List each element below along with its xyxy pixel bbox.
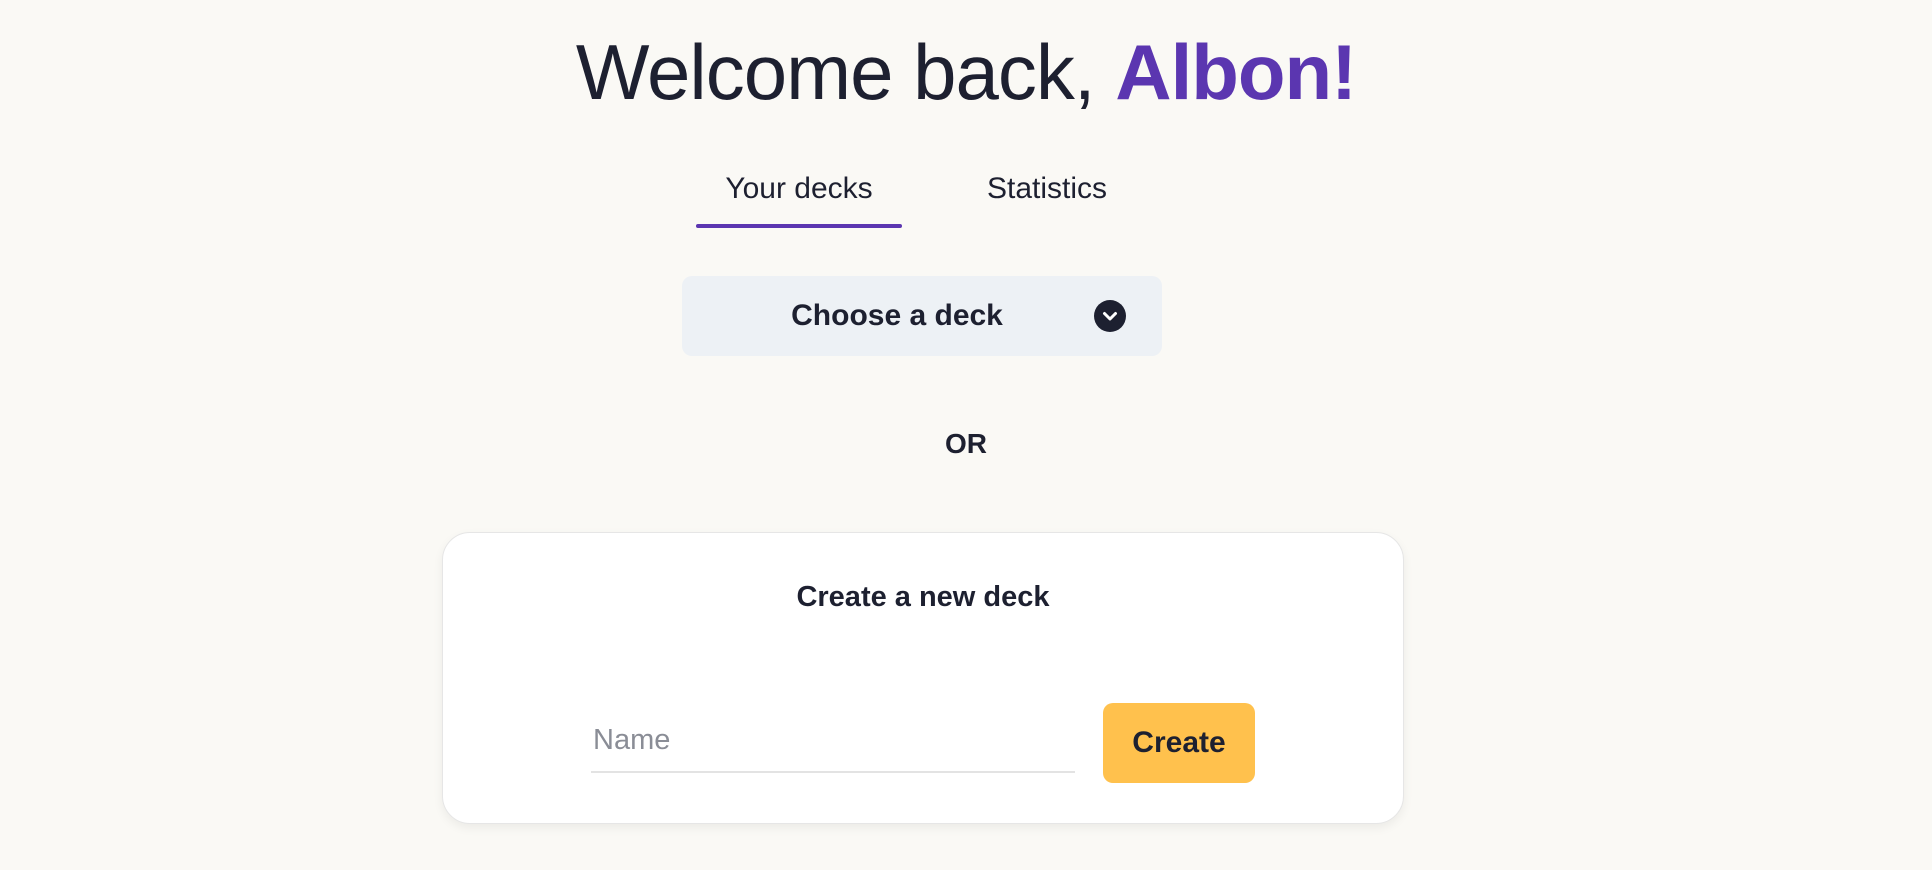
deck-select-label: Choose a deck xyxy=(791,299,1003,332)
tab-your-decks[interactable]: Your decks xyxy=(696,162,902,226)
greeting-prefix: Welcome back, xyxy=(575,28,1116,116)
or-separator: OR xyxy=(945,428,987,459)
create-deck-card: Create a new deck Create xyxy=(442,532,1404,824)
active-tab-indicator xyxy=(696,224,902,228)
tab-your-decks-label: Your decks xyxy=(725,172,873,205)
deck-select[interactable]: Choose a deck xyxy=(682,276,1162,356)
tab-statistics[interactable]: Statistics xyxy=(954,162,1140,226)
create-deck-title: Create a new deck xyxy=(796,581,1050,613)
page-title: Welcome back, Albon! xyxy=(0,22,1932,122)
user-name: Albon! xyxy=(1115,28,1357,116)
page: Welcome back, Albon! Your decks Statisti… xyxy=(0,0,1932,870)
chevron-down-icon xyxy=(1094,300,1126,332)
tab-statistics-label: Statistics xyxy=(986,172,1108,205)
create-button[interactable]: Create xyxy=(1103,703,1255,783)
deck-name-input[interactable] xyxy=(591,709,1075,773)
tab-bar: Your decks Statistics xyxy=(696,162,1140,230)
